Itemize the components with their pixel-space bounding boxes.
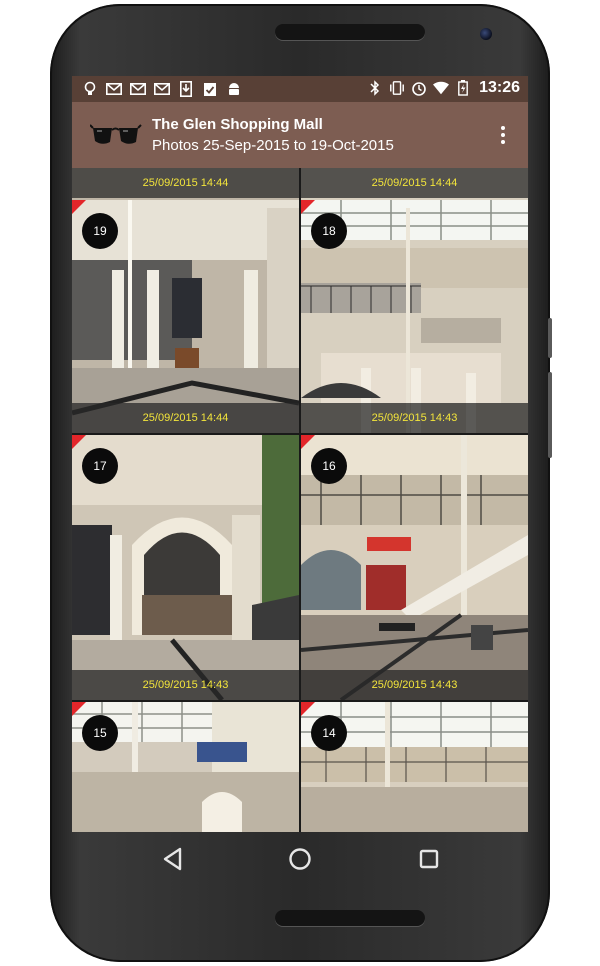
bluetooth-icon [367, 79, 383, 97]
alarm-icon [411, 79, 427, 97]
photo-timestamp: 25/09/2015 14:44 [72, 168, 299, 198]
photo-tile[interactable]: 17 25/09/2015 14:43 [72, 435, 299, 700]
photo-timestamp: 25/09/2015 14:43 [301, 670, 528, 700]
photo-tile[interactable]: 14 [301, 702, 528, 832]
volume-button [548, 372, 552, 458]
photo-tile[interactable]: 15 [72, 702, 299, 832]
clipboard-check-icon [202, 80, 218, 98]
gmail-icon [154, 80, 170, 98]
new-photo-flag [72, 435, 86, 449]
photo-number-badge: 18 [311, 213, 347, 249]
mall-photo [72, 168, 299, 433]
front-camera [480, 28, 492, 40]
wifi-icon [433, 79, 450, 97]
battery-charging-icon [455, 79, 471, 97]
photo-timestamp: 25/09/2015 14:44 [301, 168, 528, 198]
photo-tile[interactable]: 25/09/2015 14:44 19 25/09/2015 14:44 [72, 168, 299, 433]
app-subtitle: Photos 25-Sep-2015 to 19-Oct-2015 [152, 137, 394, 154]
photo-timestamp: 25/09/2015 14:43 [301, 403, 528, 433]
power-button [548, 318, 552, 358]
screen: 13:26 The Glen Shopping Mall Photos 25-S… [72, 76, 528, 832]
mall-photo [301, 168, 528, 433]
bottom-speaker [275, 910, 425, 926]
photo-number-badge: 14 [311, 715, 347, 751]
photo-timestamp: 25/09/2015 14:44 [72, 403, 299, 433]
download-icon [178, 80, 194, 98]
back-triangle-icon[interactable] [160, 846, 186, 872]
photo-timestamp: 25/09/2015 14:43 [72, 670, 299, 700]
home-circle-icon[interactable] [287, 846, 313, 872]
gmail-icon [130, 80, 146, 98]
photo-number-badge: 15 [82, 715, 118, 751]
app-bar: The Glen Shopping Mall Photos 25-Sep-201… [72, 102, 528, 168]
sunglasses-icon [90, 124, 142, 144]
android-icon [226, 80, 242, 98]
photo-tile[interactable]: 25/09/2015 14:44 18 25/09/2015 14:43 [301, 168, 528, 433]
photo-number-badge: 17 [82, 448, 118, 484]
photo-tile[interactable]: 16 25/09/2015 14:43 [301, 435, 528, 700]
photo-number-badge: 16 [311, 448, 347, 484]
recents-square-icon[interactable] [416, 846, 442, 872]
new-photo-flag [301, 702, 315, 716]
gmail-icon [106, 80, 122, 98]
new-photo-flag [301, 435, 315, 449]
more-vert-icon[interactable] [492, 124, 514, 146]
top-speaker [275, 24, 425, 40]
app-title: The Glen Shopping Mall [152, 116, 323, 133]
photo-grid: 25/09/2015 14:44 19 25/09/2015 14:44 25/… [72, 168, 528, 832]
new-photo-flag [72, 200, 86, 214]
photo-number-badge: 19 [82, 213, 118, 249]
status-bar: 13:26 [72, 76, 528, 102]
vibrate-icon [389, 79, 405, 97]
clock-time: 13:26 [479, 79, 520, 96]
lightbulb-icon [82, 80, 98, 98]
new-photo-flag [301, 200, 315, 214]
new-photo-flag [72, 702, 86, 716]
